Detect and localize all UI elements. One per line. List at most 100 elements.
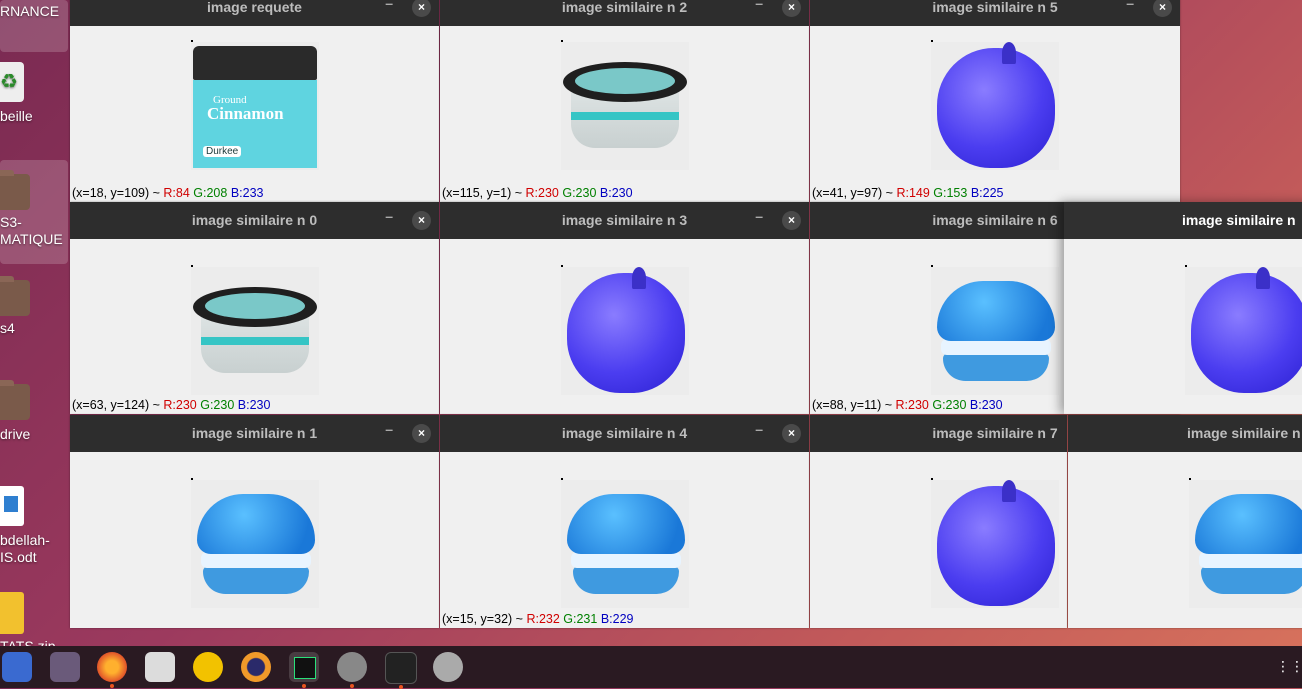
window-title: image similaire n 2 bbox=[561, 0, 688, 15]
window-image-requete[interactable]: image requete – × Ground Cinnamon Durkee… bbox=[70, 0, 439, 202]
blue-burger-picture bbox=[1195, 494, 1302, 598]
window-similaire-active[interactable]: image similaire n bbox=[1064, 202, 1302, 414]
similar-image bbox=[561, 265, 689, 395]
minimize-icon[interactable]: – bbox=[755, 208, 763, 224]
window-similaire-7[interactable]: image similaire n 7 bbox=[810, 415, 1067, 628]
folder-icon bbox=[0, 170, 30, 210]
title-bar[interactable]: image similaire n 2 – × bbox=[440, 0, 809, 26]
desktop-folder-drive[interactable]: drive bbox=[0, 380, 68, 448]
minimize-icon[interactable]: – bbox=[385, 0, 393, 11]
desktop-file-zip[interactable]: TATS.zip bbox=[0, 590, 68, 648]
eclipse-icon[interactable] bbox=[241, 652, 271, 682]
window-title: image similaire n 7 bbox=[932, 425, 1058, 441]
minimize-icon[interactable]: – bbox=[385, 208, 393, 224]
image-area[interactable]: (x=63, y=124) ~ R:230 G:230 B:230 bbox=[70, 239, 439, 414]
image-area[interactable]: (x=15, y=32) ~ R:232 G:231 B:229 bbox=[440, 452, 809, 628]
similar-image bbox=[931, 40, 1059, 170]
desktop-file-odt[interactable]: bdellah- IS.odt bbox=[0, 484, 68, 570]
minimize-icon[interactable]: – bbox=[1126, 0, 1134, 11]
desktop-item-label: beille bbox=[0, 108, 33, 124]
image-area[interactable] bbox=[1068, 452, 1302, 628]
window-title: image requete bbox=[207, 0, 302, 15]
files-icon[interactable] bbox=[2, 652, 32, 682]
similar-image bbox=[931, 478, 1059, 608]
taskbar: ⋮⋮⋮ bbox=[0, 646, 1302, 689]
desktop-item-label: drive bbox=[0, 426, 31, 442]
desktop-item-label: bdellah- IS.odt bbox=[0, 532, 50, 565]
close-icon[interactable]: × bbox=[782, 424, 801, 443]
title-bar[interactable]: image similaire n 3 – × bbox=[440, 202, 809, 239]
pixel-status: (x=41, y=97) ~ R:149 G:153 B:225 bbox=[812, 186, 1004, 200]
window-similaire-1[interactable]: image similaire n 1 – × bbox=[70, 415, 439, 628]
title-bar[interactable]: image similaire n bbox=[1064, 202, 1302, 239]
title-bar[interactable]: image similaire n 5 – × bbox=[810, 0, 1180, 26]
image-area[interactable]: (x=41, y=97) ~ R:149 G:153 B:225 bbox=[810, 26, 1180, 202]
image-viewer-icon[interactable] bbox=[337, 652, 367, 688]
window-title: image similaire n 0 bbox=[191, 212, 318, 228]
window-title: image similaire n bbox=[1187, 425, 1301, 441]
window-similaire-5[interactable]: image similaire n 5 – × (x=41, y=97) ~ R… bbox=[810, 0, 1180, 202]
desktop-folder-s4[interactable]: s4 bbox=[0, 276, 68, 344]
pixel-status: (x=115, y=1) ~ R:230 G:230 B:230 bbox=[442, 186, 633, 200]
image-area[interactable] bbox=[810, 452, 1067, 628]
title-bar[interactable]: image requete – × bbox=[70, 0, 439, 26]
title-bar[interactable]: image similaire n 0 – × bbox=[70, 202, 439, 239]
text-editor-icon[interactable] bbox=[145, 652, 175, 682]
desktop-folder-finance[interactable]: RNANCE bbox=[0, 0, 68, 52]
close-icon[interactable]: × bbox=[412, 211, 431, 230]
pixel-status: (x=88, y=11) ~ R:230 G:230 B:230 bbox=[812, 398, 1003, 412]
disk-icon[interactable] bbox=[433, 652, 463, 682]
blue-fruit-picture bbox=[567, 267, 685, 393]
blue-burger-picture bbox=[567, 494, 685, 598]
title-bar[interactable]: image similaire n 7 bbox=[810, 415, 1067, 452]
terminal-icon[interactable] bbox=[385, 652, 417, 689]
recycle-icon: ♻ bbox=[0, 62, 24, 102]
pixel-status: (x=18, y=109) ~ R:84 G:208 B:233 bbox=[72, 186, 264, 200]
pycharm-icon[interactable] bbox=[289, 652, 319, 688]
folder-icon bbox=[0, 276, 30, 316]
title-bar[interactable]: image similaire n 1 – × bbox=[70, 415, 439, 452]
zip-icon bbox=[0, 592, 24, 634]
window-similaire-3[interactable]: image similaire n 3 – × bbox=[440, 202, 809, 414]
query-image: Ground Cinnamon Durkee bbox=[191, 40, 319, 170]
image-area[interactable] bbox=[1064, 239, 1302, 414]
close-icon[interactable]: × bbox=[412, 424, 431, 443]
title-bar[interactable]: image similaire n 4 – × bbox=[440, 415, 809, 452]
document-icon bbox=[0, 486, 24, 526]
desktop-folder-s3[interactable]: S3- MATIQUE bbox=[0, 160, 68, 264]
minimize-icon[interactable]: – bbox=[755, 421, 763, 437]
title-bar[interactable]: image similaire n bbox=[1068, 415, 1302, 452]
blue-burger-picture bbox=[937, 281, 1055, 385]
window-title: image similaire n 1 bbox=[191, 425, 318, 441]
image-area[interactable]: Ground Cinnamon Durkee (x=18, y=109) ~ R… bbox=[70, 26, 439, 202]
desktop-trash[interactable]: ♻ beille bbox=[0, 60, 68, 128]
desktop-item-label: RNANCE bbox=[0, 3, 60, 19]
similar-image bbox=[191, 265, 319, 395]
mascot-icon[interactable] bbox=[193, 652, 223, 682]
window-similaire-last[interactable]: image similaire n bbox=[1068, 415, 1302, 628]
window-title: image similaire n 4 bbox=[561, 425, 688, 441]
image-area[interactable]: (x=115, y=1) ~ R:230 G:230 B:230 bbox=[440, 26, 809, 202]
similar-image bbox=[561, 478, 689, 608]
pixel-status: (x=63, y=124) ~ R:230 G:230 B:230 bbox=[72, 398, 271, 412]
tub-picture bbox=[563, 62, 687, 150]
video-icon[interactable] bbox=[50, 652, 80, 682]
can-text: Cinnamon bbox=[207, 104, 284, 123]
window-similaire-2[interactable]: image similaire n 2 – × (x=115, y=1) ~ R… bbox=[440, 0, 809, 202]
apps-grid-icon[interactable]: ⋮⋮⋮ bbox=[1276, 658, 1302, 676]
blue-fruit-picture bbox=[1191, 267, 1302, 393]
window-title: image similaire n bbox=[1182, 212, 1296, 228]
blue-fruit-picture bbox=[937, 480, 1055, 606]
desktop-item-label: S3- MATIQUE bbox=[0, 214, 63, 247]
window-similaire-0[interactable]: image similaire n 0 – × (x=63, y=124) ~ … bbox=[70, 202, 439, 414]
pixel-status: (x=15, y=32) ~ R:232 G:231 B:229 bbox=[442, 612, 634, 626]
minimize-icon[interactable]: – bbox=[385, 421, 393, 437]
image-area[interactable] bbox=[70, 452, 439, 628]
close-icon[interactable]: × bbox=[782, 211, 801, 230]
cinnamon-can-picture: Ground Cinnamon Durkee bbox=[193, 46, 317, 168]
firefox-icon[interactable] bbox=[97, 652, 127, 688]
minimize-icon[interactable]: – bbox=[755, 0, 763, 11]
window-title: image similaire n 5 bbox=[932, 0, 1058, 15]
image-area[interactable] bbox=[440, 239, 809, 414]
window-similaire-4[interactable]: image similaire n 4 – × (x=15, y=32) ~ R… bbox=[440, 415, 809, 628]
